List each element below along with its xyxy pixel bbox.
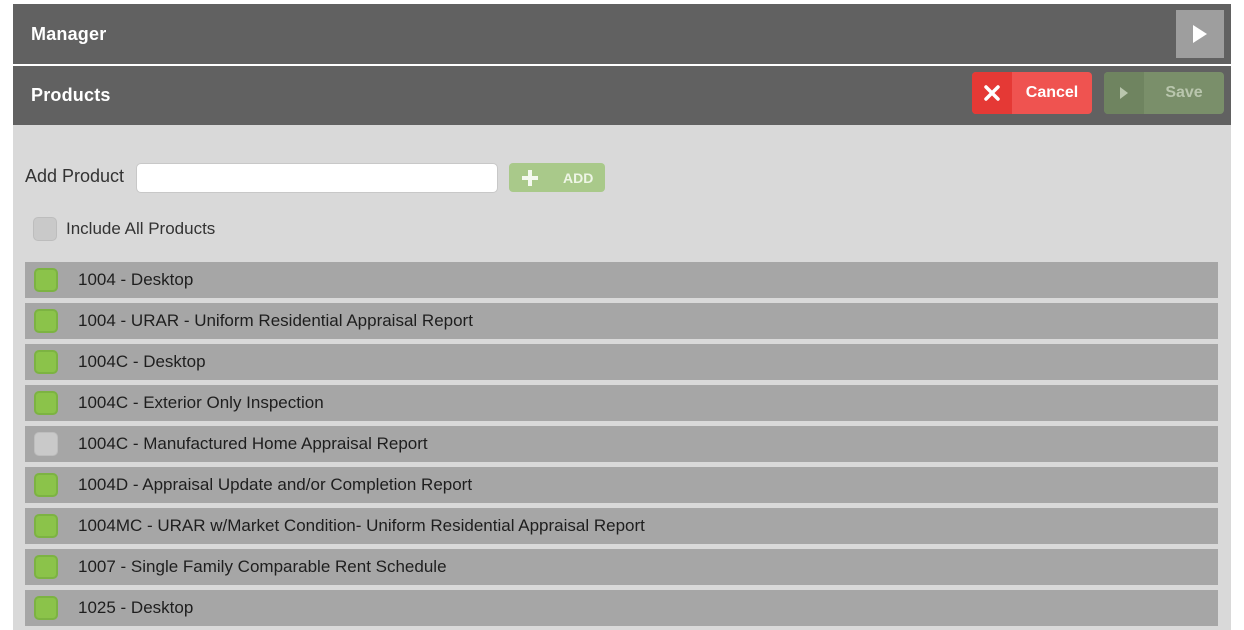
- product-checkbox[interactable]: [34, 309, 58, 333]
- expand-button[interactable]: [1176, 10, 1224, 58]
- product-label: 1007 - Single Family Comparable Rent Sch…: [78, 557, 447, 576]
- product-checkbox[interactable]: [34, 473, 58, 497]
- product-checkbox[interactable]: [34, 268, 58, 292]
- product-list: 1004 - Desktop 1004 - URAR - Uniform Resi…: [25, 262, 1218, 630]
- add-button[interactable]: ADD: [509, 163, 605, 192]
- cancel-label: Cancel: [1025, 84, 1079, 101]
- play-triangle-icon: [1193, 25, 1207, 43]
- cancel-button[interactable]: Cancel: [972, 72, 1092, 114]
- product-row[interactable]: 1004 - Desktop: [25, 262, 1218, 298]
- product-row[interactable]: 1004D - Appraisal Update and/or Completi…: [25, 467, 1218, 503]
- product-label: 1004C - Desktop: [78, 352, 206, 371]
- include-all-checkbox[interactable]: [33, 217, 57, 241]
- add-button-label: ADD: [563, 169, 594, 186]
- product-label: 1004D - Appraisal Update and/or Completi…: [78, 475, 473, 494]
- product-row[interactable]: 1004C - Desktop: [25, 344, 1218, 380]
- product-checkbox[interactable]: [34, 514, 58, 538]
- product-row[interactable]: 1004MC - URAR w/Market Condition- Unifor…: [25, 508, 1218, 544]
- product-label: 1004 - URAR - Uniform Residential Apprai…: [78, 311, 473, 330]
- product-row[interactable]: 1004C - Exterior Only Inspection: [25, 385, 1218, 421]
- include-all-products[interactable]: Include All Products: [33, 217, 215, 241]
- products-header: Products Cancel Save: [13, 66, 1231, 125]
- products-title: Products: [31, 85, 111, 105]
- product-row[interactable]: 1004 - URAR - Uniform Residential Apprai…: [25, 303, 1218, 339]
- product-label: 1004 - Desktop: [78, 270, 194, 289]
- product-label: 1025 - Desktop: [78, 598, 194, 617]
- x-icon: [972, 72, 1012, 114]
- product-row[interactable]: 1004C - Manufactured Home Appraisal Repo…: [25, 426, 1218, 462]
- product-label: 1004C - Exterior Only Inspection: [78, 393, 324, 412]
- product-checkbox[interactable]: [34, 350, 58, 374]
- manager-header: Manager: [13, 4, 1231, 64]
- products-panel: Add Product ADD Include All Products 100…: [13, 125, 1231, 630]
- include-all-label: Include All Products: [66, 219, 216, 238]
- product-checkbox[interactable]: [34, 555, 58, 579]
- save-label: Save: [1165, 84, 1203, 101]
- product-checkbox[interactable]: [34, 596, 58, 620]
- play-triangle-icon: [1104, 72, 1144, 114]
- manager-title: Manager: [31, 23, 107, 44]
- add-product-label: Add Product: [25, 166, 125, 186]
- product-checkbox[interactable]: [34, 432, 58, 456]
- product-checkbox[interactable]: [34, 391, 58, 415]
- product-label: 1004C - Manufactured Home Appraisal Repo…: [78, 434, 428, 453]
- add-product-input[interactable]: [136, 163, 498, 193]
- product-row[interactable]: 1025 - Desktop: [25, 590, 1218, 626]
- save-button[interactable]: Save: [1104, 72, 1224, 114]
- product-label: 1004MC - URAR w/Market Condition- Unifor…: [78, 516, 645, 535]
- product-row[interactable]: 1007 - Single Family Comparable Rent Sch…: [25, 549, 1218, 585]
- plus-icon: [509, 163, 551, 192]
